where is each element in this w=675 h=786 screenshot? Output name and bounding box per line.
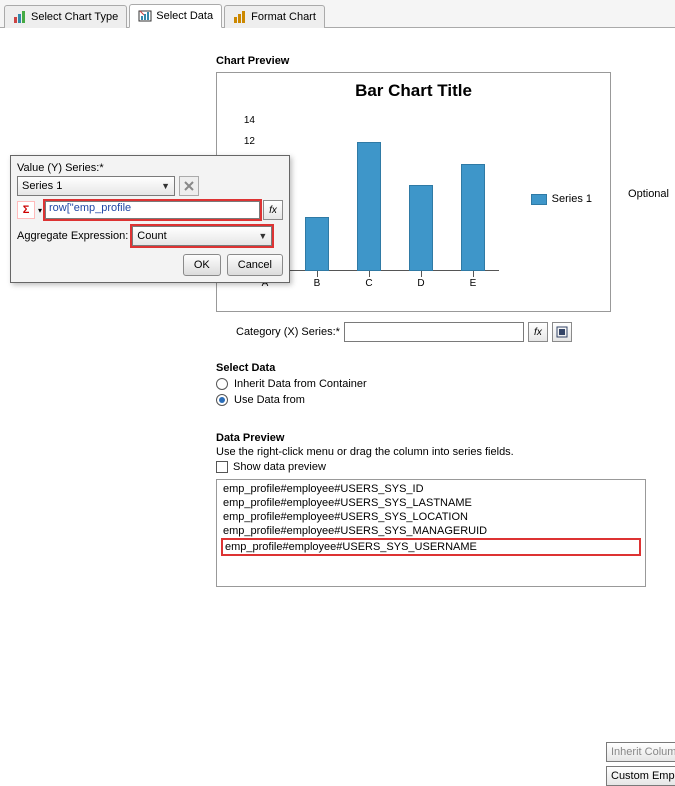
sigma-icon[interactable]: Σ xyxy=(17,201,35,219)
use-data-label: Use Data from xyxy=(234,394,305,406)
tab-bar: Select Chart Type Select Data Format Cha… xyxy=(0,0,675,28)
category-x-label: Category (X) Series:* xyxy=(236,326,340,338)
tab-select-chart-type[interactable]: Select Chart Type xyxy=(4,5,127,28)
chart-type-icon xyxy=(13,10,27,24)
category-group-button[interactable] xyxy=(552,322,572,342)
chevron-down-icon: ▼ xyxy=(161,181,170,191)
y-tick-label: 12 xyxy=(235,136,255,147)
select-data-icon xyxy=(138,9,152,23)
chevron-down-icon: ▼ xyxy=(258,231,267,241)
bar xyxy=(409,185,433,271)
column-item[interactable]: emp_profile#employee#USERS_SYS_LOCATION xyxy=(221,510,641,524)
tab-format-chart[interactable]: Format Chart xyxy=(224,5,325,28)
column-item[interactable]: emp_profile#employee#USERS_SYS_ID xyxy=(221,482,641,496)
column-item[interactable]: emp_profile#employee#USERS_SYS_LASTNAME xyxy=(221,496,641,510)
y-series-dialog: Value (Y) Series:* Series 1 ▼ Σ ▾ row["e… xyxy=(10,155,290,283)
legend: Series 1 xyxy=(531,193,592,205)
tab-select-data[interactable]: Select Data xyxy=(129,4,222,28)
legend-swatch xyxy=(531,194,547,205)
tab-label: Select Data xyxy=(156,10,213,22)
data-preview-hint: Use the right-click menu or drag the col… xyxy=(216,446,646,458)
column-item[interactable]: emp_profile#employee#USERS_SYS_MANAGERUI… xyxy=(221,524,641,538)
series-select-value: Series 1 xyxy=(22,180,62,192)
aggregate-value: Count xyxy=(137,230,166,242)
series-select[interactable]: Series 1 ▼ xyxy=(17,176,175,196)
format-chart-icon xyxy=(233,10,247,24)
bar xyxy=(357,142,381,271)
optional-label: Optional xyxy=(628,188,669,200)
use-data-dropdown[interactable]: Custom Employee Profile x BIRT Demo ▼ xyxy=(606,766,675,786)
data-preview-heading: Data Preview xyxy=(216,432,646,444)
x-tick-label: B xyxy=(297,278,337,289)
x-tick-label: C xyxy=(349,278,389,289)
bar xyxy=(305,217,329,271)
radio-inherit[interactable] xyxy=(216,378,228,390)
x-tick xyxy=(369,271,370,277)
x-tick xyxy=(317,271,318,277)
radio-use-data[interactable] xyxy=(216,394,228,406)
x-tick-label: E xyxy=(453,278,493,289)
expression-input[interactable]: row["emp_profile xyxy=(45,201,260,219)
tab-label: Format Chart xyxy=(251,11,316,23)
bar xyxy=(461,164,485,271)
y-series-label: Value (Y) Series:* xyxy=(17,162,283,174)
inherit-dropdown[interactable]: Inherit Columns only ▼ xyxy=(606,742,675,762)
show-preview-label: Show data preview xyxy=(233,461,326,473)
tab-label: Select Chart Type xyxy=(31,11,118,23)
x-tick xyxy=(473,271,474,277)
column-item[interactable]: emp_profile#employee#USERS_SYS_USERNAME xyxy=(221,538,641,556)
aggregate-label: Aggregate Expression: xyxy=(17,230,128,242)
aggregate-select[interactable]: Count ▼ xyxy=(132,226,272,246)
fx-button[interactable]: fx xyxy=(263,200,283,220)
inherit-label: Inherit Data from Container xyxy=(234,378,367,390)
category-x-input[interactable] xyxy=(344,322,524,342)
x-tick-label: D xyxy=(401,278,441,289)
data-preview-section: Data Preview Use the right-click menu or… xyxy=(216,432,646,587)
x-tick xyxy=(421,271,422,277)
cancel-button[interactable]: Cancel xyxy=(227,254,283,276)
ok-button[interactable]: OK xyxy=(183,254,221,276)
y-tick-label: 14 xyxy=(235,115,255,126)
use-data-dropdown-value: Custom Employee Profile x BIRT Demo xyxy=(611,770,675,782)
chart-title: Bar Chart Title xyxy=(217,81,610,101)
chart-preview-heading: Chart Preview xyxy=(216,55,289,67)
remove-series-button[interactable] xyxy=(179,176,199,196)
select-data-section: Select Data Inherit Data from Container … xyxy=(216,362,616,410)
sigma-dropdown[interactable]: ▾ xyxy=(38,206,42,215)
legend-label: Series 1 xyxy=(552,193,592,205)
category-fx-button[interactable]: fx xyxy=(528,322,548,342)
inherit-dropdown-value: Inherit Columns only xyxy=(611,746,675,758)
category-x-series-row: Category (X) Series:* fx xyxy=(236,322,572,342)
column-list[interactable]: emp_profile#employee#USERS_SYS_IDemp_pro… xyxy=(216,479,646,587)
expression-value: row["emp_profile xyxy=(49,202,131,214)
show-preview-checkbox[interactable] xyxy=(216,461,228,473)
select-data-heading: Select Data xyxy=(216,362,616,374)
